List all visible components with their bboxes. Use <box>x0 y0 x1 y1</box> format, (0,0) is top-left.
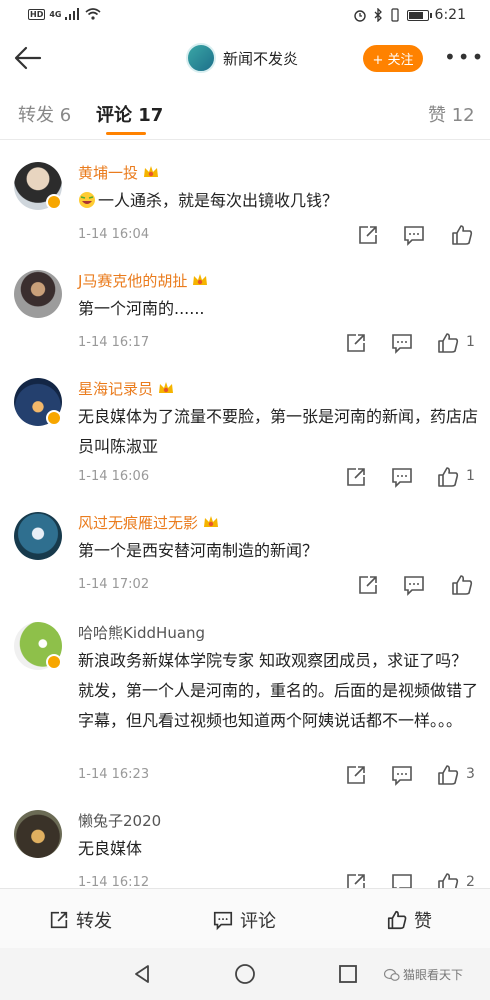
like-icon[interactable] <box>436 331 460 355</box>
comment-icon[interactable] <box>390 871 414 888</box>
vip-crown-icon <box>193 274 208 285</box>
comment-item: 黄埔一投 一人通杀，就是每次出镜收几钱？ 1-14 16:04 <box>0 150 490 260</box>
watermark: 猫眼看天下 <box>384 966 463 983</box>
user-avatar[interactable] <box>14 270 62 318</box>
comment-text: 无良媒体 <box>78 839 143 858</box>
top-nav: 新闻不发炎 + 关注 ••• <box>0 30 490 86</box>
like-button[interactable]: 赞 <box>386 907 432 933</box>
share-icon[interactable] <box>344 331 368 355</box>
comment-icon[interactable] <box>402 573 426 597</box>
like-count: 1 <box>466 468 475 484</box>
hd-icon: HD <box>28 8 46 20</box>
battery-icon <box>406 9 432 21</box>
wechat-icon <box>384 968 400 981</box>
bottom-action-bar: 转发 评论 赞 <box>0 888 490 948</box>
account-header[interactable]: 新闻不发炎 <box>186 43 298 73</box>
comment-button[interactable]: 评论 <box>212 907 276 933</box>
comment-label: 评论 <box>240 911 276 932</box>
like-icon[interactable] <box>436 465 460 489</box>
vip-crown-icon <box>204 516 219 527</box>
share-icon[interactable] <box>356 223 380 247</box>
share-icon[interactable] <box>344 763 368 787</box>
share-icon[interactable] <box>344 465 368 489</box>
comment-item: 风过无痕雁过无影 第一个是西安替河南制造的新闻？ 1-14 17:02 <box>0 500 490 610</box>
repost-button[interactable]: 转发 <box>48 907 112 933</box>
more-icon[interactable]: ••• <box>444 47 485 67</box>
like-count: 1 <box>466 334 475 350</box>
network-label: 4G <box>49 9 62 19</box>
like-icon[interactable] <box>436 763 460 787</box>
comment-time: 1-14 16:06 <box>78 469 150 484</box>
status-bar: HD 4G 6:21 <box>0 0 490 30</box>
comment-username[interactable]: 星海记录员 <box>78 380 153 398</box>
user-avatar[interactable] <box>14 810 62 858</box>
tab-likes[interactable]: 赞 12 <box>428 101 475 127</box>
comment-item: 懒兔子2020 无良媒体 1-14 16:12 2 <box>0 800 490 888</box>
wifi-icon <box>85 8 102 20</box>
share-icon[interactable] <box>344 871 368 888</box>
vip-crown-icon <box>159 382 174 393</box>
like-icon[interactable] <box>450 573 474 597</box>
comment-item: 哈哈熊KiddHuang 新浪政务新媒体学院专家 知政观察团成员，求证了吗？就发… <box>0 610 490 800</box>
comment-time: 1-14 17:02 <box>78 577 150 592</box>
comment-text: 一人通杀，就是每次出镜收几钱？ <box>98 191 339 210</box>
system-nav-bar: 猫眼看天下 <box>0 948 490 1000</box>
like-count: 3 <box>466 766 475 782</box>
bluetooth-icon <box>374 8 382 22</box>
share-icon <box>50 911 68 929</box>
account-name[interactable]: 新闻不发炎 <box>223 48 298 69</box>
tab-reposts[interactable]: 转发 6 <box>18 101 71 127</box>
comment-time: 1-14 16:12 <box>78 875 150 888</box>
comment-text: 新浪政务新媒体学院专家 知政观察团成员，求证了吗？就发，第一个人是河南的，重名的… <box>78 651 479 730</box>
comment-text: 第一个河南的...... <box>78 299 205 318</box>
watermark-text: 猫眼看天下 <box>403 968 464 982</box>
comment-username[interactable]: 风过无痕雁过无影 <box>78 514 198 532</box>
signal-icon <box>65 8 80 20</box>
verified-badge-icon <box>46 654 62 670</box>
verified-badge-icon <box>46 194 62 210</box>
tab-bar: 转发 6 评论 17 赞 12 <box>0 88 490 140</box>
like-icon[interactable] <box>450 223 474 247</box>
comment-icon[interactable] <box>390 763 414 787</box>
comment-icon[interactable] <box>390 331 414 355</box>
comment-username[interactable]: 哈哈熊KiddHuang <box>78 622 205 643</box>
comment-time: 1-14 16:17 <box>78 335 150 350</box>
nav-back-icon[interactable] <box>132 964 152 984</box>
comment-time: 1-14 16:04 <box>78 227 150 242</box>
tab-comments[interactable]: 评论 17 <box>96 101 163 127</box>
tab-indicator <box>106 132 146 135</box>
comment-text: 无良媒体为了流量不要脸，第一张是河南的新闻，药店店员叫陈淑亚 <box>78 407 479 456</box>
share-icon[interactable] <box>356 573 380 597</box>
like-icon <box>387 910 407 930</box>
like-label: 赞 <box>414 911 432 932</box>
nav-recents-icon[interactable] <box>338 964 358 984</box>
alarm-icon <box>353 10 366 22</box>
like-icon[interactable] <box>436 871 460 888</box>
comment-icon[interactable] <box>390 465 414 489</box>
laughing-emoji-icon <box>79 192 95 208</box>
comment-icon <box>213 911 233 931</box>
follow-button[interactable]: + 关注 <box>363 45 423 72</box>
back-arrow-icon[interactable] <box>12 42 44 74</box>
comment-time: 1-14 16:23 <box>78 767 150 782</box>
vip-crown-icon <box>144 166 159 177</box>
clock-time: 6:21 <box>434 7 466 23</box>
repost-label: 转发 <box>76 911 112 932</box>
comment-username[interactable]: J马赛克他的胡扯 <box>78 272 187 290</box>
vibrate-icon <box>390 8 399 22</box>
user-avatar[interactable] <box>14 512 62 560</box>
account-avatar[interactable] <box>186 43 216 73</box>
comment-icon[interactable] <box>402 223 426 247</box>
comment-text: 第一个是西安替河南制造的新闻？ <box>78 541 319 560</box>
like-count: 2 <box>466 874 475 888</box>
comment-username[interactable]: 黄埔一投 <box>78 164 138 182</box>
comment-item: 星海记录员 无良媒体为了流量不要脸，第一张是河南的新闻，药店店员叫陈淑亚 1-1… <box>0 370 490 500</box>
comment-item: J马赛克他的胡扯 第一个河南的...... 1-14 16:17 1 <box>0 260 490 370</box>
verified-badge-icon <box>46 410 62 426</box>
nav-home-icon[interactable] <box>234 963 256 985</box>
comment-username[interactable]: 懒兔子2020 <box>78 810 161 831</box>
